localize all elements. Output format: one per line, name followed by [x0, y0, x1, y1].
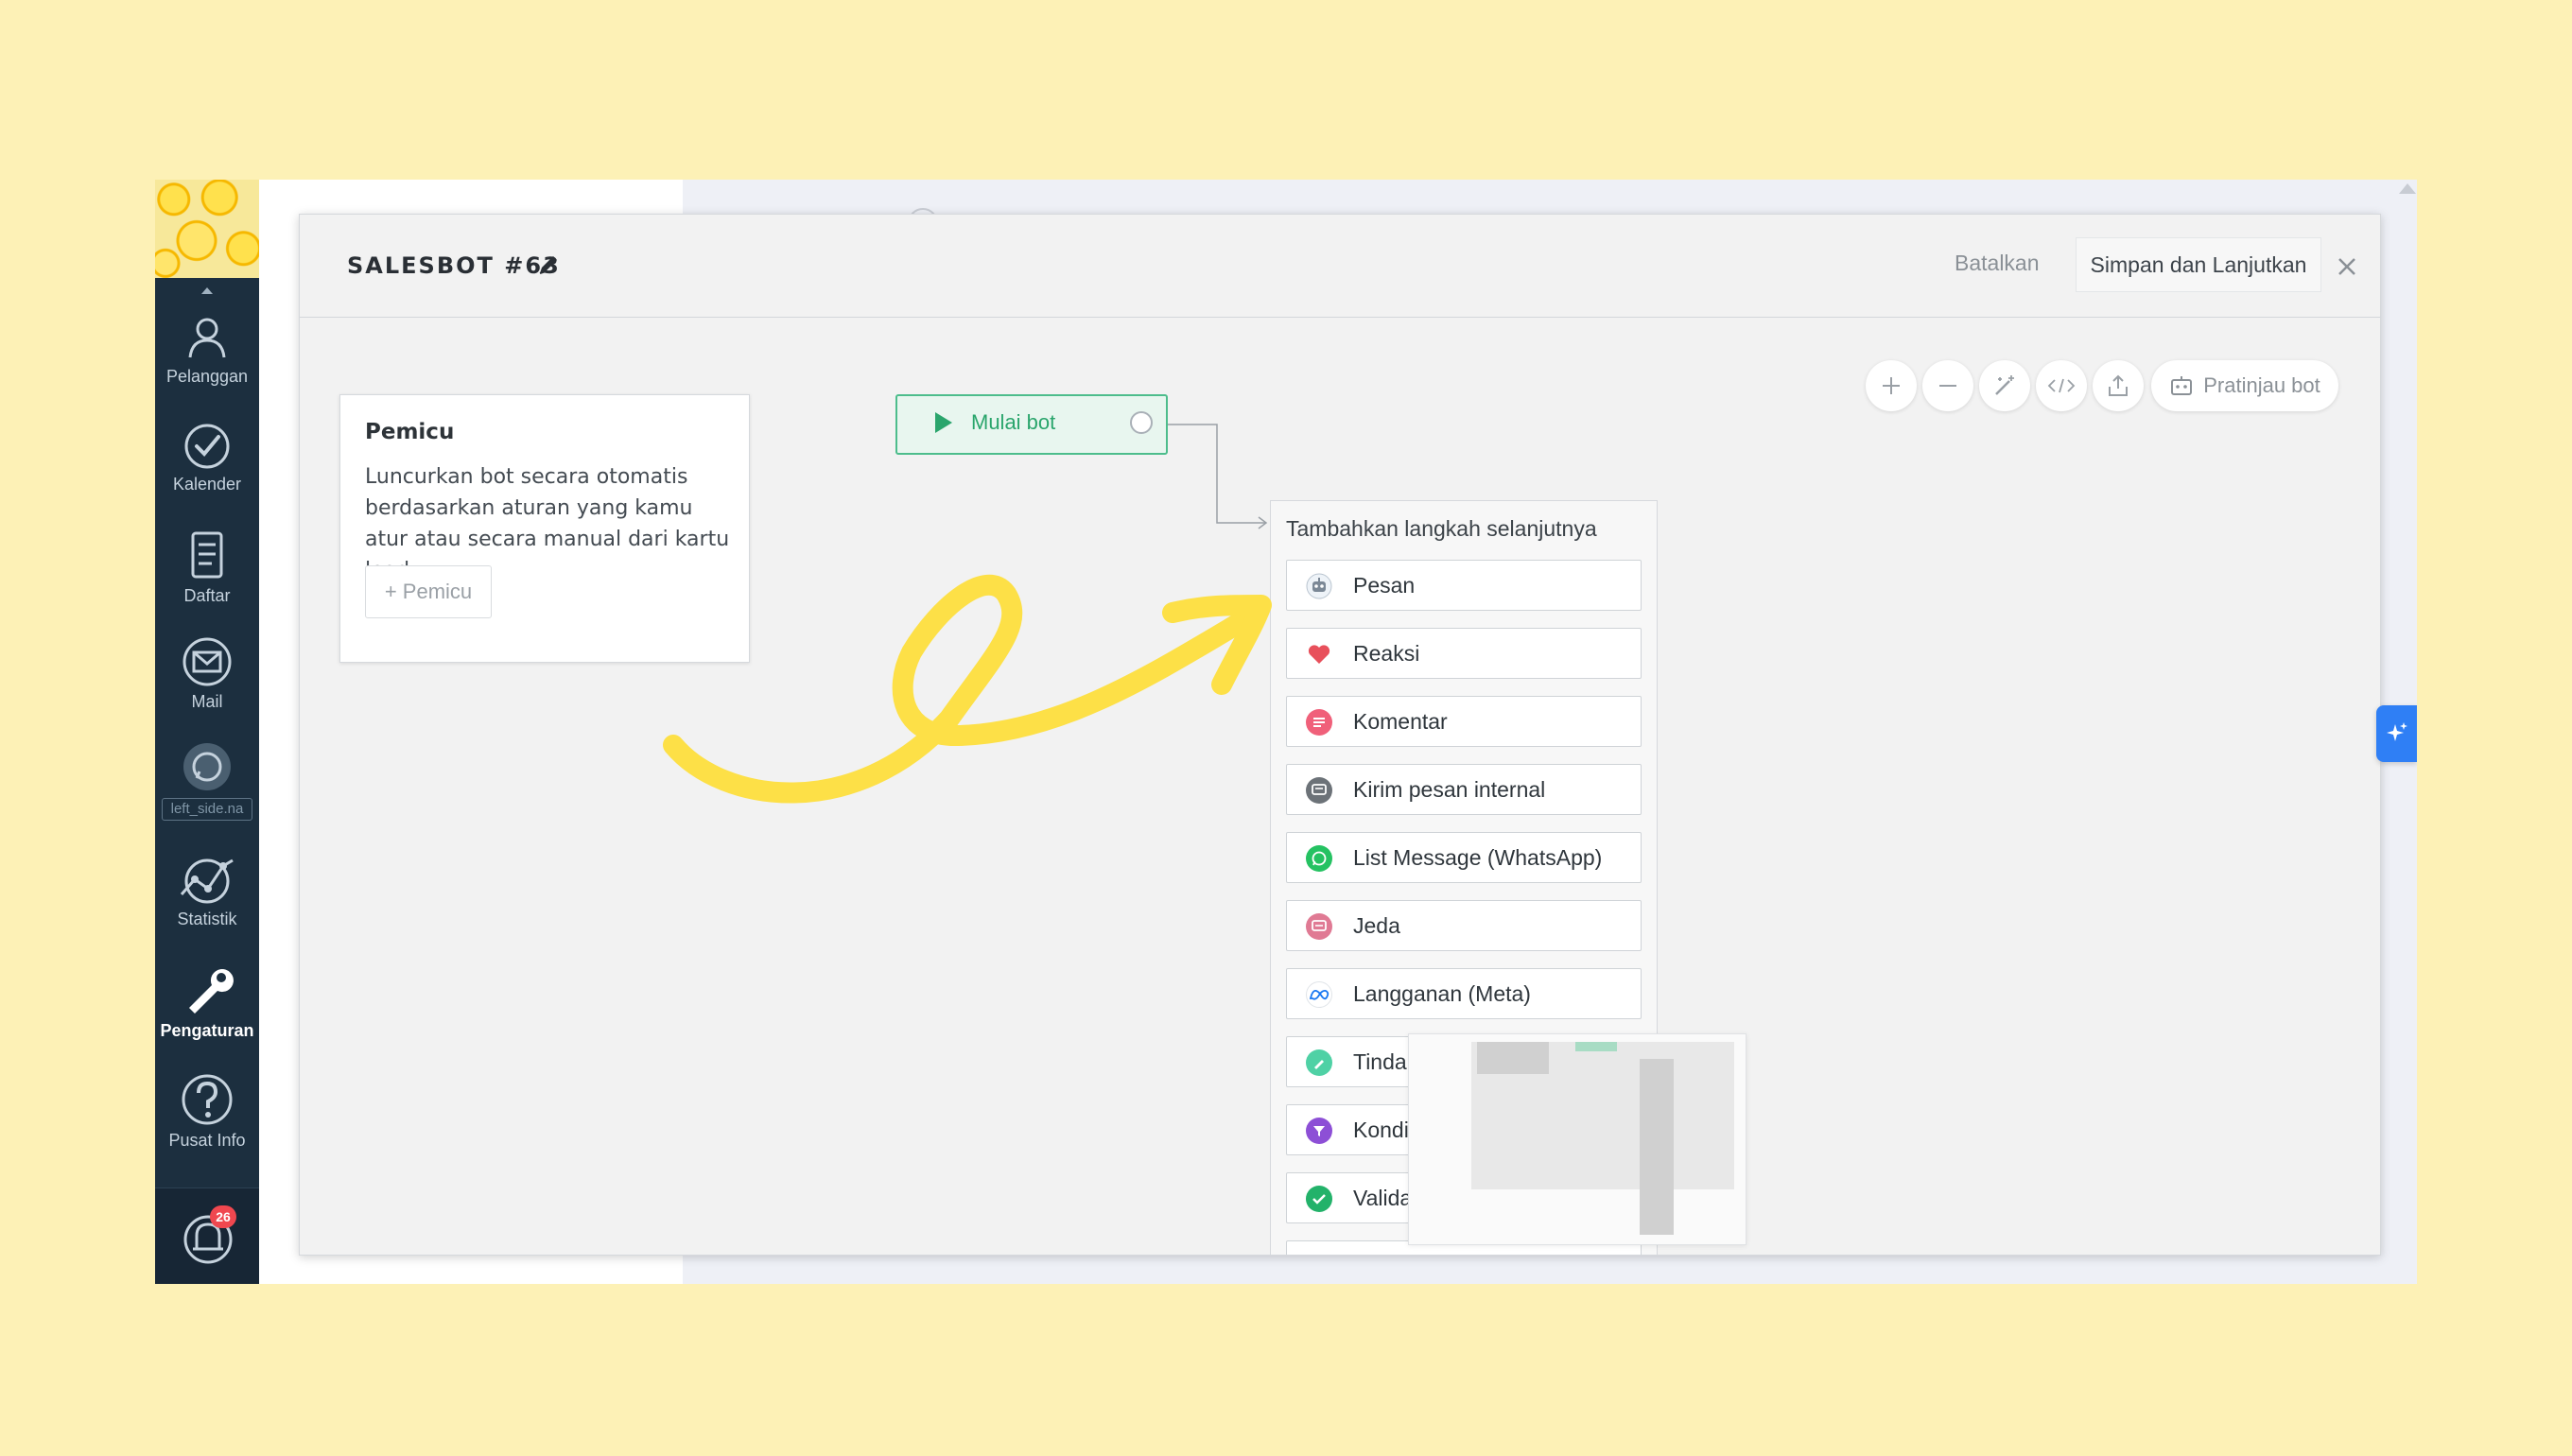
preview-bot-button[interactable]: Pratinjau bot: [2151, 360, 2338, 411]
magic-wand-icon: [1995, 375, 2014, 395]
pause-icon: [1306, 913, 1332, 940]
minimap-start-node: [1575, 1042, 1617, 1051]
trigger-card: Pemicu Luncurkan bot secara otomatis ber…: [339, 394, 750, 663]
sidebar-item-pelanggan[interactable]: Pelanggan: [155, 310, 259, 387]
sidebar-scroll-up-icon[interactable]: [201, 287, 213, 294]
start-bot-node[interactable]: Mulai bot: [895, 394, 1168, 455]
canvas-minimap[interactable]: [1408, 1033, 1747, 1245]
minimap-step-list: [1640, 1059, 1674, 1235]
next-step-title: Tambahkan langkah selanjutnya: [1286, 516, 1597, 541]
customers-icon: [188, 318, 226, 358]
ai-assistant-button[interactable]: [2376, 705, 2417, 762]
whatsapp-icon: [1306, 845, 1332, 872]
mail-icon: [182, 637, 232, 686]
step-item-pesan[interactable]: Pesan: [1286, 560, 1642, 611]
step-item-kirim-pesan-internal[interactable]: Kirim pesan internal: [1286, 764, 1642, 815]
trigger-title: Pemicu: [365, 420, 455, 444]
step-label: Kirim pesan internal: [1353, 777, 1546, 802]
sidebar-item-label: left_side.na: [162, 798, 252, 821]
check-icon: [1306, 1186, 1332, 1212]
step-label: Langganan (Meta): [1353, 981, 1531, 1006]
filter-icon: [1306, 1118, 1332, 1144]
code-icon: [2047, 378, 2076, 393]
sparkles-icon: [2386, 722, 2407, 741]
pencil-icon[interactable]: [536, 252, 561, 277]
sidebar-item-label: Pengaturan: [160, 1021, 254, 1040]
save-continue-button[interactable]: Simpan dan Lanjutkan: [2076, 237, 2321, 292]
sidebar-item-label: Daftar: [183, 586, 231, 605]
step-label: Komentar: [1353, 709, 1448, 734]
step-item-komentar[interactable]: Komentar: [1286, 696, 1642, 747]
sidebar-item-pengaturan[interactable]: Pengaturan: [155, 961, 259, 1041]
upload-icon: [2109, 374, 2128, 396]
sidebar-item-label: Statistik: [177, 910, 237, 928]
step-item-reaksi[interactable]: Reaksi: [1286, 628, 1642, 679]
zoom-out-button[interactable]: [1922, 360, 1973, 411]
action-icon: [1306, 1049, 1332, 1076]
settings-icon: [189, 969, 234, 1014]
internal-message-icon: [1306, 777, 1332, 804]
cancel-button[interactable]: Batalkan: [1955, 251, 2040, 276]
preview-bot-label: Pratinjau bot: [2203, 373, 2320, 397]
notifications-button[interactable]: 26: [155, 1187, 259, 1284]
close-icon[interactable]: [2337, 256, 2357, 277]
avatar[interactable]: [155, 180, 259, 278]
sidebar-item-mail[interactable]: Mail: [155, 635, 259, 712]
modal-header: SALESBOT #63 Batalkan Simpan dan Lanjutk…: [300, 215, 2380, 318]
start-bot-label: Mulai bot: [971, 410, 1056, 434]
heart-icon: [1306, 641, 1332, 667]
minus-icon: [1939, 385, 1956, 387]
sidebar-item-label: Pusat Info: [168, 1131, 246, 1150]
salesbot-modal: SALESBOT #63 Batalkan Simpan dan Lanjutk…: [299, 214, 2381, 1256]
zoom-in-button[interactable]: [1866, 360, 1917, 411]
sidebar-item-label: Kalender: [172, 475, 242, 494]
step-item-langganan-meta[interactable]: Langganan (Meta): [1286, 968, 1642, 1019]
scroll-up-arrow[interactable]: [2399, 183, 2416, 194]
step-item-list-message-whatsapp[interactable]: List Message (WhatsApp): [1286, 832, 1642, 883]
calendar-check-icon: [184, 424, 230, 469]
minimap-node: [1477, 1042, 1549, 1074]
robot-icon: [1306, 573, 1332, 599]
step-label: List Message (WhatsApp): [1353, 845, 1603, 870]
plus-icon: [1883, 377, 1900, 394]
list-icon: [191, 531, 223, 579]
code-button[interactable]: [2036, 360, 2087, 411]
robot-icon: [2171, 376, 2193, 395]
sidebar-item-kalender[interactable]: Kalender: [155, 422, 259, 494]
page-title: SALESBOT #63: [347, 252, 561, 279]
left-sidebar: Pelanggan Kalender Daftar Mail left_side…: [155, 180, 259, 1284]
export-button[interactable]: [2093, 360, 2144, 411]
play-icon: [935, 412, 952, 433]
step-label: Pesan: [1353, 573, 1416, 598]
sidebar-item-daftar[interactable]: Daftar: [155, 528, 259, 606]
add-trigger-button[interactable]: + Pemicu: [365, 565, 492, 618]
step-item-jeda[interactable]: Jeda: [1286, 900, 1642, 951]
sidebar-item-whatsapp[interactable]: left_side.na: [155, 741, 259, 821]
whatsapp-icon: [183, 743, 231, 790]
notification-badge: 26: [210, 1205, 236, 1228]
step-label: Reaksi: [1353, 641, 1420, 666]
step-label: Jeda: [1353, 913, 1400, 938]
sidebar-item-label: Mail: [191, 692, 223, 711]
statistics-icon: [180, 858, 234, 904]
meta-icon: [1306, 981, 1332, 1008]
sidebar-item-label: Pelanggan: [165, 367, 249, 386]
sidebar-item-statistik[interactable]: Statistik: [155, 853, 259, 929]
node-output-port[interactable]: [1130, 411, 1153, 434]
magic-wand-button[interactable]: [1979, 360, 2030, 411]
comment-icon: [1306, 709, 1332, 736]
sidebar-item-pusat-info[interactable]: Pusat Info: [155, 1072, 259, 1151]
app-screenshot: Pelanggan Kalender Daftar Mail left_side…: [155, 180, 2417, 1284]
help-icon: [182, 1074, 233, 1125]
